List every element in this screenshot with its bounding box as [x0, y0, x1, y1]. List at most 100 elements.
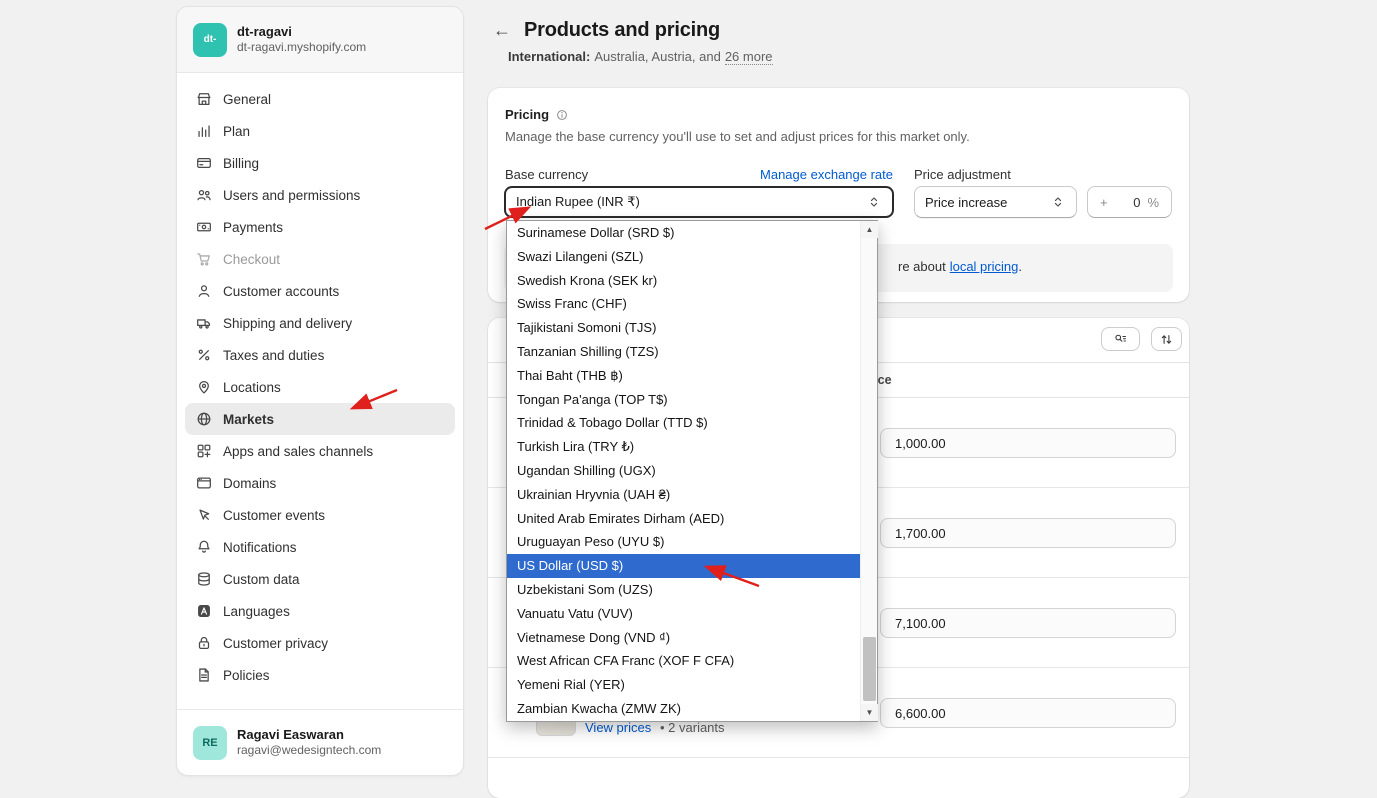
- sidebar-item-custom-data[interactable]: Custom data: [185, 563, 455, 595]
- adjustment-prefix: +: [1100, 195, 1108, 210]
- sidebar-item-label: Plan: [223, 124, 250, 139]
- person-icon: [195, 282, 213, 300]
- back-button[interactable]: ←: [488, 16, 516, 44]
- sidebar-item-label: Locations: [223, 380, 281, 395]
- sidebar-item-label: Payments: [223, 220, 283, 235]
- sidebar-item-label: Customer events: [223, 508, 325, 523]
- price-adjustment-label: Price adjustment: [914, 167, 1011, 182]
- browser-icon: [195, 474, 213, 492]
- base-currency-select[interactable]: Indian Rupee (INR ₹): [504, 186, 894, 218]
- sidebar-item-domains[interactable]: Domains: [185, 467, 455, 499]
- sidebar-item-customer-accounts[interactable]: Customer accounts: [185, 275, 455, 307]
- pin-icon: [195, 378, 213, 396]
- currency-option[interactable]: Thai Baht (THB ฿): [507, 364, 860, 388]
- scroll-down-button[interactable]: ▼: [861, 704, 878, 721]
- market-name: International:: [508, 49, 590, 64]
- price-input[interactable]: 6,600.00: [880, 698, 1176, 728]
- local-pricing-link[interactable]: local pricing: [950, 259, 1019, 274]
- store-avatar: dt-: [193, 23, 227, 57]
- currency-option[interactable]: Tajikistani Somoni (TJS): [507, 316, 860, 340]
- currency-option[interactable]: US Dollar (USD $): [507, 554, 860, 578]
- info-icon[interactable]: [555, 108, 569, 122]
- sidebar-item-shipping-and-delivery[interactable]: Shipping and delivery: [185, 307, 455, 339]
- currency-option[interactable]: Turkish Lira (TRY ₺): [507, 435, 860, 459]
- sidebar-item-notifications[interactable]: Notifications: [185, 531, 455, 563]
- currency-option[interactable]: Vietnamese Dong (VND ₫): [507, 626, 860, 650]
- sidebar-item-apps-and-sales-channels[interactable]: Apps and sales channels: [185, 435, 455, 467]
- card-icon: [195, 154, 213, 172]
- sidebar-item-label: Billing: [223, 156, 259, 171]
- price-value: 7,100.00: [895, 616, 946, 631]
- scroll-up-button[interactable]: ▲: [861, 221, 878, 238]
- sidebar-item-general[interactable]: General: [185, 83, 455, 115]
- user-footer: RE Ragavi Easwaran ragavi@wedesigntech.c…: [177, 709, 463, 775]
- currency-option[interactable]: Ugandan Shilling (UGX): [507, 459, 860, 483]
- currency-option[interactable]: Trinidad & Tobago Dollar (TTD $): [507, 411, 860, 435]
- currency-option[interactable]: Ukrainian Hryvnia (UAH ₴): [507, 483, 860, 507]
- scrollbar-thumb[interactable]: [863, 637, 876, 701]
- caret-sort-icon: [866, 194, 882, 210]
- store-header: dt- dt-ragavi dt-ragavi.myshopify.com: [177, 7, 463, 73]
- sidebar-item-customer-events[interactable]: Customer events: [185, 499, 455, 531]
- sort-icon: [1159, 332, 1174, 347]
- sidebar-item-locations[interactable]: Locations: [185, 371, 455, 403]
- sidebar-item-customer-privacy[interactable]: Customer privacy: [185, 627, 455, 659]
- banner-text: re about local pricing.: [898, 259, 1022, 274]
- pricing-title-text: Pricing: [505, 107, 549, 122]
- cursor-icon: [195, 506, 213, 524]
- currency-option[interactable]: Tongan Pa'anga (TOP T$): [507, 388, 860, 412]
- store-icon: [195, 90, 213, 108]
- currency-option[interactable]: Yemeni Rial (YER): [507, 673, 860, 697]
- dropdown-scrollbar: ▲ ▼: [860, 221, 877, 721]
- back-arrow-icon: ←: [493, 20, 511, 41]
- price-input[interactable]: 1,000.00: [880, 428, 1176, 458]
- sidebar-item-languages[interactable]: Languages: [185, 595, 455, 627]
- sidebar-item-markets[interactable]: Markets: [185, 403, 455, 435]
- database-icon: [195, 570, 213, 588]
- sidebar-item-label: Customer privacy: [223, 636, 328, 651]
- sidebar-item-label: General: [223, 92, 271, 107]
- manage-exchange-rate-link[interactable]: Manage exchange rate: [760, 167, 893, 182]
- currency-option[interactable]: Swazi Lilangeni (SZL): [507, 245, 860, 269]
- currency-option[interactable]: United Arab Emirates Dirham (AED): [507, 507, 860, 531]
- banner-period: .: [1018, 259, 1022, 274]
- sidebar-item-label: Users and permissions: [223, 188, 360, 203]
- page-title: Products and pricing: [524, 19, 720, 42]
- store-info: dt-ragavi dt-ragavi.myshopify.com: [237, 24, 366, 55]
- search-filter-button[interactable]: [1101, 327, 1140, 351]
- price-adjustment-select[interactable]: Price increase: [914, 186, 1077, 218]
- currency-option[interactable]: Swiss Franc (CHF): [507, 292, 860, 316]
- currency-option[interactable]: Vanuatu Vatu (VUV): [507, 602, 860, 626]
- sidebar-item-label: Domains: [223, 476, 276, 491]
- document-icon: [195, 666, 213, 684]
- price-input[interactable]: 1,700.00: [880, 518, 1176, 548]
- currency-option[interactable]: Swedish Krona (SEK kr): [507, 269, 860, 293]
- view-prices-link[interactable]: View prices: [585, 720, 651, 735]
- sidebar-item-policies[interactable]: Policies: [185, 659, 455, 691]
- apps-icon: [195, 442, 213, 460]
- currency-option[interactable]: Zambian Kwacha (ZMW ZK): [507, 697, 860, 721]
- sidebar-item-checkout[interactable]: Checkout: [185, 243, 455, 275]
- sidebar-item-label: Languages: [223, 604, 290, 619]
- price-input[interactable]: 7,100.00: [880, 608, 1176, 638]
- adjustment-percent-input[interactable]: + 0 %: [1087, 186, 1172, 218]
- currency-option[interactable]: West African CFA Franc (XOF F CFA): [507, 649, 860, 673]
- sidebar-item-taxes-and-duties[interactable]: Taxes and duties: [185, 339, 455, 371]
- banner-fragment: re about: [898, 259, 946, 274]
- sidebar-item-billing[interactable]: Billing: [185, 147, 455, 179]
- sort-button[interactable]: [1151, 327, 1182, 351]
- currency-dropdown-options: Surinamese Dollar (SRD $)Swazi Lilangeni…: [507, 221, 860, 721]
- sidebar-item-users-and-permissions[interactable]: Users and permissions: [185, 179, 455, 211]
- cart-icon: [195, 250, 213, 268]
- sidebar-item-plan[interactable]: Plan: [185, 115, 455, 147]
- market-countries: Australia, Austria, and: [594, 49, 720, 64]
- sidebar-item-payments[interactable]: Payments: [185, 211, 455, 243]
- sidebar-item-label: Notifications: [223, 540, 297, 555]
- currency-option[interactable]: Uruguayan Peso (UYU $): [507, 530, 860, 554]
- currency-option[interactable]: Surinamese Dollar (SRD $): [507, 221, 860, 245]
- more-countries-link[interactable]: 26 more: [725, 49, 773, 65]
- currency-option[interactable]: Tanzanian Shilling (TZS): [507, 340, 860, 364]
- currency-option[interactable]: Uzbekistani Som (UZS): [507, 578, 860, 602]
- pricing-card-title: Pricing: [505, 107, 569, 122]
- price-adjustment-value: Price increase: [925, 195, 1007, 210]
